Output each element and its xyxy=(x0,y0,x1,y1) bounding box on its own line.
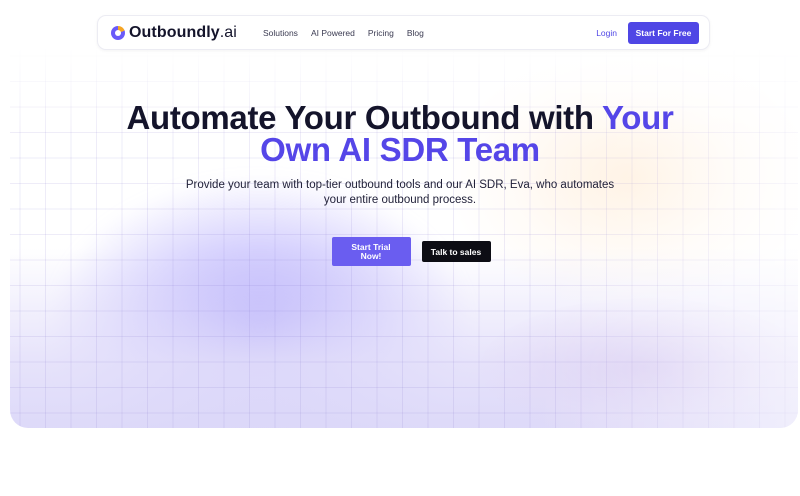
nav-link-solutions[interactable]: Solutions xyxy=(263,28,298,38)
hero-cta-row: Start Trial Now! Talk to sales xyxy=(0,237,800,266)
start-for-free-button[interactable]: Start For Free xyxy=(628,21,699,44)
talk-to-sales-button[interactable]: Talk to sales xyxy=(421,241,491,262)
hero-section: Automate Your Outbound with Your Own AI … xyxy=(0,99,800,266)
login-link[interactable]: Login xyxy=(596,28,617,38)
nav-link-pricing[interactable]: Pricing xyxy=(368,28,394,38)
landing-page: Outboundly.ai Solutions AI Powered Prici… xyxy=(0,0,800,496)
nav-actions: Login Start For Free xyxy=(596,21,699,44)
top-navbar: Outboundly.ai Solutions AI Powered Prici… xyxy=(97,15,710,50)
brand-logo[interactable]: Outboundly.ai xyxy=(111,24,237,42)
brand-name: Outboundly.ai xyxy=(129,23,237,41)
nav-link-blog[interactable]: Blog xyxy=(407,28,424,38)
nav-link-ai-powered[interactable]: AI Powered xyxy=(311,28,355,38)
hero-subtext: Provide your team with top-tier outbound… xyxy=(185,179,615,206)
logo-icon xyxy=(111,25,125,40)
hero-headline: Automate Your Outbound with Your Own AI … xyxy=(126,99,674,168)
nav-links: Solutions AI Powered Pricing Blog xyxy=(263,28,424,38)
start-trial-button[interactable]: Start Trial Now! xyxy=(331,237,411,266)
